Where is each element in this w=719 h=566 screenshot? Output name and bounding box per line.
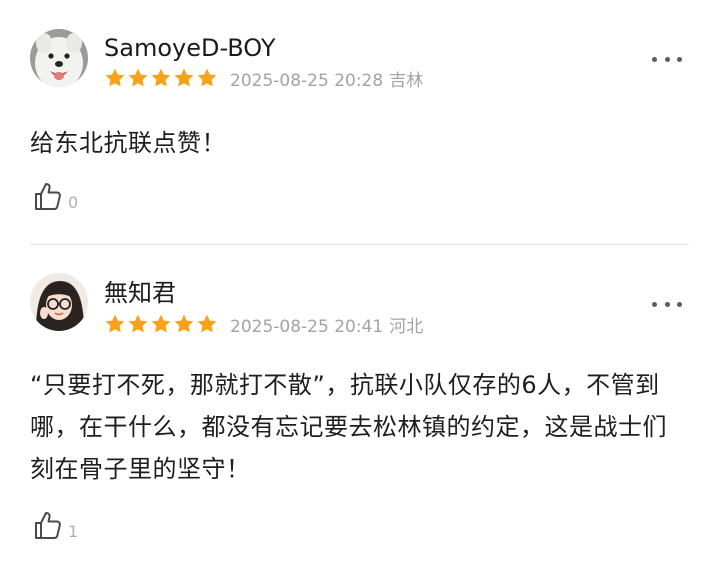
comment-item: 無知君 2025-08-25 20:41 河北 “只要打不死，那就打不散”，抗联小…	[0, 245, 719, 566]
more-options-icon	[652, 301, 657, 307]
star-rating	[104, 67, 218, 89]
username[interactable]: SamoyeD-BOY	[104, 33, 276, 63]
comment-item: SamoyeD-BOY 2025-08-25 20:28 吉林 给东北抗联点赞！ …	[0, 0, 719, 244]
like-count: 0	[68, 193, 79, 212]
comment-text: “只要打不死，那就打不散”，抗联小队仅存的6人，不管到哪，在干什么，都没有忘记要…	[30, 371, 667, 483]
star-icon	[128, 314, 148, 333]
avatar[interactable]	[30, 273, 88, 331]
star-icon	[197, 314, 217, 333]
user-portrait-avatar-image	[30, 273, 88, 331]
like-button[interactable]: 1	[32, 507, 78, 541]
star-icon	[174, 68, 194, 87]
meta-row: 2025-08-25 20:41 河北	[104, 312, 423, 337]
star-icon	[197, 68, 217, 87]
thumbs-up-icon	[35, 183, 61, 210]
more-options-button[interactable]	[652, 55, 682, 63]
star-icon	[174, 314, 194, 333]
comment-location: 吉林	[389, 70, 424, 91]
star-icon	[105, 314, 125, 333]
star-rating	[104, 313, 218, 335]
thumbs-up-icon	[35, 512, 61, 539]
star-icon	[105, 68, 125, 87]
more-options-icon	[652, 56, 657, 62]
username[interactable]: 無知君	[104, 278, 176, 308]
star-icon	[128, 68, 148, 87]
comment-meta: 2025-08-25 20:28 吉林	[230, 66, 423, 91]
meta-row: 2025-08-25 20:28 吉林	[104, 66, 423, 91]
comment-meta: 2025-08-25 20:41 河北	[230, 312, 423, 337]
comment-datetime: 2025-08-25 20:41	[230, 316, 384, 337]
like-count: 1	[68, 522, 79, 541]
like-button[interactable]: 0	[32, 178, 78, 212]
comment-datetime: 2025-08-25 20:28	[230, 70, 384, 91]
comment-text: 给东北抗联点赞！	[30, 129, 226, 157]
avatar[interactable]	[30, 29, 88, 87]
star-icon	[151, 68, 171, 87]
samoyed-avatar-image	[30, 29, 88, 87]
star-icon	[151, 314, 171, 333]
more-options-button[interactable]	[652, 300, 682, 308]
comment-location: 河北	[389, 316, 424, 337]
